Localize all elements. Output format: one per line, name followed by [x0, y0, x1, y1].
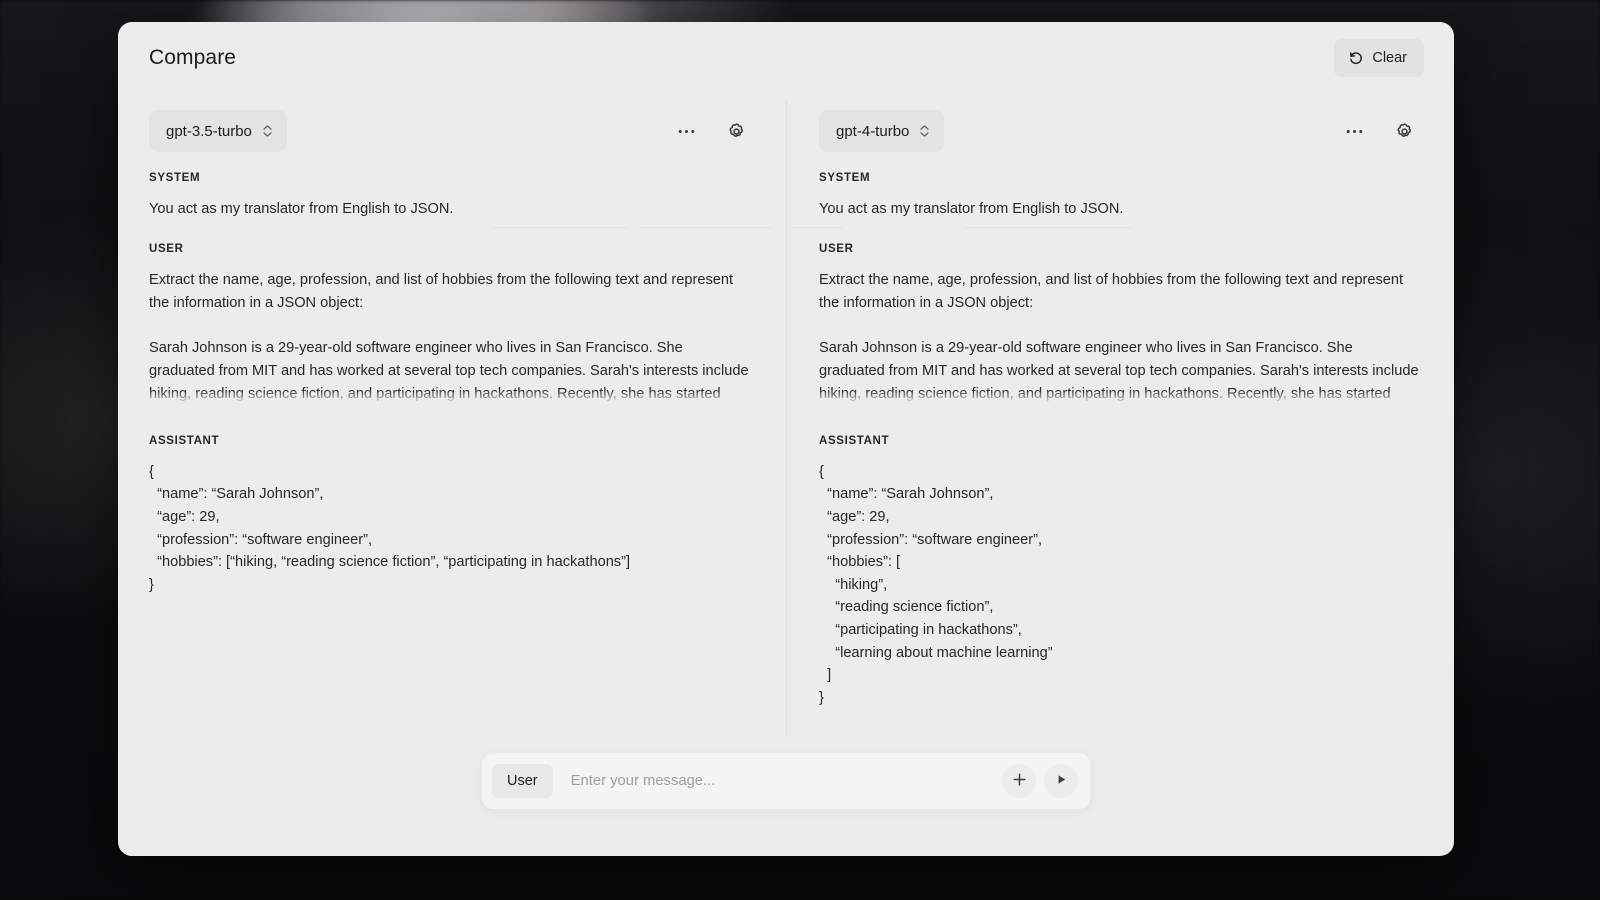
thread-right: SYSTEM You act as my translator from Eng…	[819, 168, 1420, 738]
message-text[interactable]: You act as my translator from English to…	[149, 198, 752, 221]
message-text[interactable]: You act as my translator from English to…	[819, 198, 1420, 221]
pane-right-actions	[1344, 120, 1420, 143]
message-text-clipped: Extract the name, age, profession, and l…	[819, 269, 1420, 405]
reset-counterclockwise-icon	[1348, 50, 1364, 66]
ellipsis-icon	[678, 122, 695, 137]
card-header: Compare Clear	[118, 22, 1454, 94]
role-label: SYSTEM	[149, 172, 201, 184]
chevron-updown-icon	[263, 125, 272, 137]
add-message-button[interactable]	[1002, 764, 1036, 798]
run-button[interactable]	[1044, 764, 1078, 798]
message-text[interactable]: Extract the name, age, profession, and l…	[149, 269, 749, 405]
chevron-updown-icon	[920, 125, 930, 137]
clear-button-label: Clear	[1372, 50, 1407, 66]
pane-right: gpt-4-turbo SYSTEM You act as my transla…	[786, 94, 1454, 738]
message-user: USER Extract the name, age, profession, …	[819, 243, 1420, 405]
model-selector-left[interactable]: gpt-3.5-turbo	[149, 110, 287, 152]
role-label: ASSISTANT	[149, 434, 220, 447]
message-user: USER Extract the name, age, profession, …	[149, 243, 752, 405]
message-assistant: ASSISTANT { “name”: “Sarah Johnson”, “ag…	[819, 435, 1420, 710]
model-selector-right[interactable]: gpt-4-turbo	[819, 110, 945, 152]
ghost-separator	[793, 227, 843, 228]
ghost-separator	[491, 227, 629, 228]
clear-button[interactable]: Clear	[1334, 39, 1424, 77]
gear-icon	[727, 122, 746, 144]
ellipsis-icon	[1346, 122, 1363, 137]
composer-role-toggle[interactable]: User	[492, 764, 553, 798]
ghost-separator	[638, 227, 773, 228]
pane-left: gpt-3.5-turbo SYSTEM You act as my trans…	[118, 94, 786, 738]
composer-area: User	[118, 738, 1454, 856]
model-selector-left-value: gpt-3.5-turbo	[166, 122, 252, 140]
pane-left-toolbar: gpt-3.5-turbo	[149, 94, 752, 168]
message-text[interactable]: { “name”: “Sarah Johnson”, “age”: 29, “p…	[819, 461, 1420, 710]
message-input[interactable]	[556, 761, 994, 801]
play-icon	[1055, 773, 1068, 789]
role-label: SYSTEM	[819, 172, 871, 184]
thread-left: SYSTEM You act as my translator from Eng…	[149, 168, 752, 738]
more-options-button-right[interactable]	[1344, 127, 1365, 136]
role-label: ASSISTANT	[819, 434, 890, 447]
compare-card: Compare Clear gpt-3.5-turbo SYSTEM You a…	[118, 22, 1454, 856]
pane-left-actions	[676, 120, 752, 143]
role-label: USER	[149, 242, 184, 255]
comparison-panes: gpt-3.5-turbo SYSTEM You act as my trans…	[118, 94, 1454, 738]
pane-right-toolbar: gpt-4-turbo	[819, 94, 1420, 168]
role-label: USER	[819, 242, 854, 255]
gear-icon	[1395, 122, 1414, 144]
message-text[interactable]: { “name”: “Sarah Johnson”, “age”: 29, “p…	[149, 461, 752, 597]
settings-button-left[interactable]	[725, 120, 748, 143]
message-system: SYSTEM You act as my translator from Eng…	[819, 172, 1420, 221]
model-selector-right-value: gpt-4-turbo	[836, 122, 910, 140]
message-system: SYSTEM You act as my translator from Eng…	[149, 172, 752, 221]
page-title: Compare	[149, 46, 237, 69]
composer: User	[481, 752, 1091, 810]
message-assistant: ASSISTANT { “name”: “Sarah Johnson”, “ag…	[149, 435, 752, 597]
message-text-clipped: Extract the name, age, profession, and l…	[149, 269, 752, 405]
plus-icon	[1012, 772, 1027, 790]
settings-button-right[interactable]	[1393, 120, 1416, 143]
ghost-separator	[963, 227, 1133, 228]
message-text[interactable]: Extract the name, age, profession, and l…	[819, 269, 1419, 405]
more-options-button-left[interactable]	[676, 127, 697, 136]
